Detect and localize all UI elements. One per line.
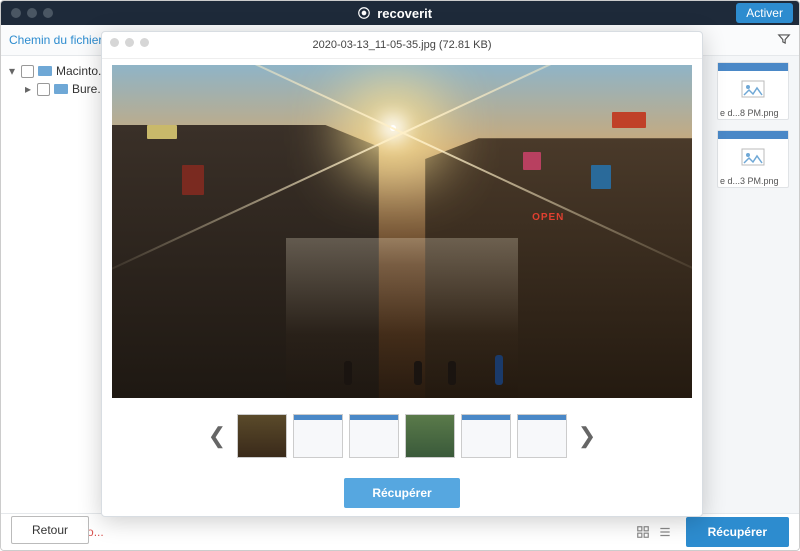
photo-content: OPEN — [112, 65, 692, 398]
chevron-down-icon[interactable]: ▾ — [7, 64, 17, 78]
preview-title: 2020-03-13_11-05-35.jpg (72.81 KB) — [313, 39, 492, 51]
chevron-right-icon[interactable]: ▸ — [23, 82, 33, 96]
file-thumb — [718, 71, 788, 107]
preview-thumb[interactable] — [461, 414, 511, 458]
filter-icon[interactable] — [777, 32, 791, 49]
titlebar: recoverit Activer — [1, 1, 799, 25]
app-window: recoverit Activer Chemin du fichier ▾ Ma… — [0, 0, 800, 551]
folder-icon — [54, 84, 68, 94]
preview-header: 2020-03-13_11-05-35.jpg (72.81 KB) — [102, 32, 702, 59]
path-label[interactable]: Chemin du fichier — [9, 33, 102, 47]
file-card[interactable]: e d...3 PM.png — [717, 130, 789, 188]
close-dot[interactable] — [110, 38, 119, 47]
file-card-header — [718, 63, 788, 71]
disk-icon — [38, 66, 52, 76]
open-sign-text: OPEN — [532, 212, 564, 223]
file-name: e d...3 PM.png — [718, 175, 788, 187]
file-card-header — [718, 131, 788, 139]
view-switch — [636, 525, 672, 539]
image-icon — [741, 148, 765, 166]
brand-logo-icon — [357, 6, 371, 20]
footer-back-wrap: Retour — [11, 516, 89, 544]
close-dot[interactable] — [11, 8, 21, 18]
app-name: recoverit — [377, 6, 432, 21]
preview-image: OPEN — [112, 65, 692, 398]
preview-thumb[interactable] — [405, 414, 455, 458]
checkbox[interactable] — [21, 65, 34, 78]
prev-arrow-icon[interactable]: ❮ — [203, 416, 231, 456]
min-dot[interactable] — [125, 38, 134, 47]
preview-recover-button[interactable]: Récupérer — [344, 478, 459, 508]
app-brand: recoverit — [357, 6, 432, 21]
grid-view-icon[interactable] — [636, 525, 650, 539]
min-dot[interactable] — [27, 8, 37, 18]
preview-thumb[interactable] — [293, 414, 343, 458]
preview-thumb-strip: ❮ ❯ — [102, 402, 702, 470]
checkbox[interactable] — [37, 83, 50, 96]
preview-thumb[interactable] — [517, 414, 567, 458]
activate-button[interactable]: Activer — [736, 3, 793, 23]
preview-thumb[interactable] — [237, 414, 287, 458]
file-card[interactable]: e d...8 PM.png — [717, 62, 789, 120]
preview-thumb[interactable] — [349, 414, 399, 458]
preview-window-controls[interactable] — [110, 38, 149, 47]
file-grid: e d...8 PM.png e d...3 PM.png — [717, 62, 793, 188]
max-dot[interactable] — [43, 8, 53, 18]
recover-button[interactable]: Récupérer — [686, 517, 789, 547]
preview-button-row: Récupérer — [102, 470, 702, 516]
image-icon — [741, 80, 765, 98]
window-controls[interactable] — [11, 8, 53, 18]
next-arrow-icon[interactable]: ❯ — [573, 416, 601, 456]
footer: Récupératio... Récupérer — [1, 513, 799, 550]
preview-dialog: 2020-03-13_11-05-35.jpg (72.81 KB) OPEN … — [101, 31, 703, 517]
footer-right: Récupérer — [636, 517, 789, 547]
file-thumb — [718, 139, 788, 175]
file-name: e d...8 PM.png — [718, 107, 788, 119]
back-button[interactable]: Retour — [11, 516, 89, 544]
list-view-icon[interactable] — [658, 525, 672, 539]
max-dot[interactable] — [140, 38, 149, 47]
